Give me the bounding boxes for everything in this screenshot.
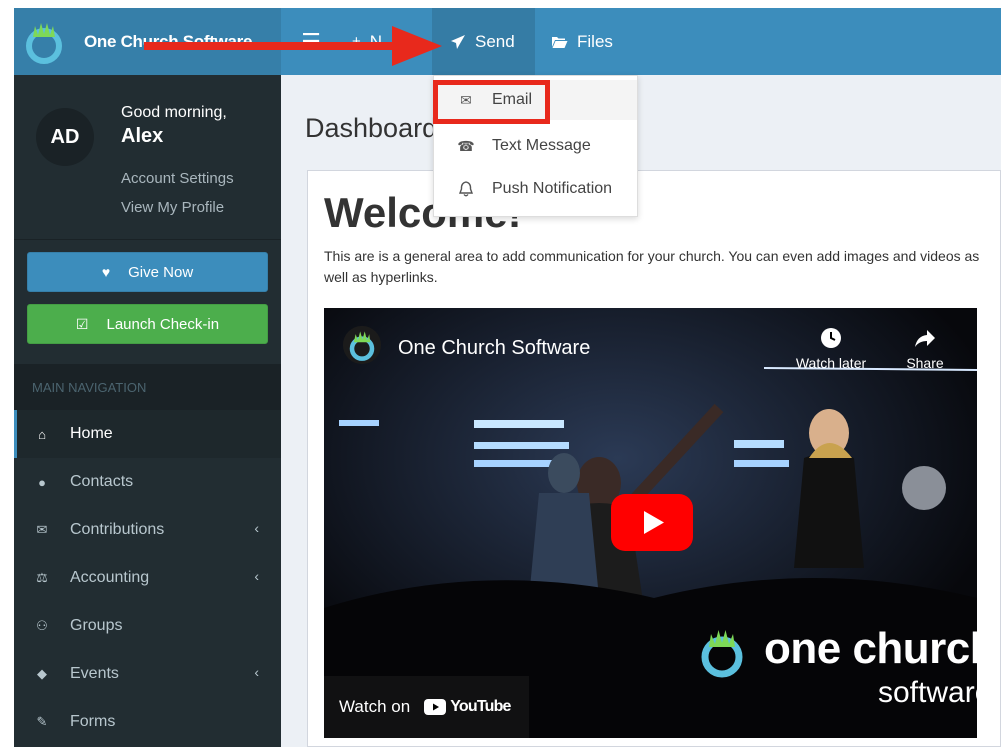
sidebar-item-label: Contributions xyxy=(70,521,165,538)
edit-icon: ✎ xyxy=(36,714,48,729)
email-highlight-box xyxy=(433,80,550,124)
paper-plane-icon xyxy=(451,34,465,49)
sidebar-item-forms[interactable]: ✎ Forms xyxy=(14,698,281,746)
ticket-icon: ◆ xyxy=(37,666,47,681)
video-title[interactable]: One Church Software xyxy=(398,337,590,360)
folder-open-icon xyxy=(552,36,568,48)
watch-on-label: Watch on xyxy=(339,697,411,716)
give-now-label: Give Now xyxy=(128,263,194,281)
menu-item-label: Text Message xyxy=(492,137,591,154)
launch-checkin-button[interactable]: ☑ Launch Check-in xyxy=(27,304,268,344)
watch-on-youtube-button[interactable]: Watch on YouTube xyxy=(324,676,529,738)
church-logo-icon xyxy=(701,630,743,678)
share-button[interactable]: Share xyxy=(896,327,954,371)
users-icon: ⚇ xyxy=(36,618,48,633)
sidebar-item-contacts[interactable]: ● Contacts xyxy=(14,458,281,506)
menu-item-label: Push Notification xyxy=(492,180,613,197)
files-button[interactable]: Files xyxy=(551,8,613,75)
user-name: Alex xyxy=(121,125,164,147)
sidebar-item-home[interactable]: ⌂ Home xyxy=(14,410,281,458)
sidebar-item-groups[interactable]: ⚇ Groups xyxy=(14,602,281,650)
brand-watermark: one church software xyxy=(696,624,977,716)
send-button[interactable]: Send xyxy=(432,8,535,75)
sidebar-item-label: Contacts xyxy=(70,473,134,490)
nav-header: MAIN NAVIGATION xyxy=(14,364,281,410)
sidebar-item-contributions[interactable]: ✉ Contributions ‹ xyxy=(14,506,281,554)
give-now-button[interactable]: ♥ Give Now xyxy=(27,252,268,292)
sidebar: AD Good morning, Alex Account Settings V… xyxy=(14,75,281,747)
watermark-line1: one church xyxy=(764,624,977,673)
app-window: One Church Software ☰ + N Send Files AD … xyxy=(14,8,1001,747)
phone-icon: ☎ xyxy=(457,137,475,154)
launch-checkin-label: Launch Check-in xyxy=(106,315,220,333)
account-settings-link[interactable]: Account Settings xyxy=(121,170,234,187)
annotation-arrow xyxy=(144,26,442,66)
menu-item-push-notification[interactable]: Push Notification xyxy=(434,169,637,209)
user-panel: AD Good morning, Alex Account Settings V… xyxy=(14,75,281,239)
channel-logo-icon xyxy=(342,325,382,365)
home-icon: ⌂ xyxy=(38,426,46,442)
clock-icon xyxy=(821,328,841,348)
heart-icon: ♥ xyxy=(101,264,111,280)
church-logo-icon xyxy=(26,22,62,64)
share-icon xyxy=(915,330,935,347)
sidebar-item-label: Groups xyxy=(70,617,123,634)
chevron-left-icon: ‹ xyxy=(254,568,259,584)
send-label: Send xyxy=(475,31,515,51)
page-title: Dashboard xyxy=(305,113,438,143)
watch-later-button[interactable]: Watch later xyxy=(786,327,876,371)
play-button-icon[interactable] xyxy=(611,494,693,551)
youtube-video-embed[interactable]: One Church Software Watch later Share on… xyxy=(324,308,977,738)
view-profile-link[interactable]: View My Profile xyxy=(121,199,224,216)
sidebar-item-label: Accounting xyxy=(70,569,150,586)
divider xyxy=(14,239,281,240)
avatar: AD xyxy=(36,108,94,166)
youtube-icon xyxy=(424,699,447,715)
greeting-text: Good morning, xyxy=(121,104,227,121)
sidebar-item-label: Events xyxy=(70,665,119,682)
balance-scale-icon: ⚖ xyxy=(36,570,48,585)
watermark-line2: software xyxy=(878,676,977,709)
welcome-box: Welcome! This are is a general area to a… xyxy=(307,170,1001,747)
envelope-icon: ✉ xyxy=(36,522,48,537)
sidebar-item-label: Forms xyxy=(70,713,116,730)
menu-item-text-message[interactable]: ☎ Text Message xyxy=(434,126,637,166)
youtube-logo: YouTube xyxy=(424,698,511,716)
sidebar-item-events[interactable]: ◆ Events ‹ xyxy=(14,650,281,698)
check-square-icon: ☑ xyxy=(75,315,89,332)
bell-icon xyxy=(458,181,474,197)
sidebar-item-accounting[interactable]: ⚖ Accounting ‹ xyxy=(14,554,281,602)
sidebar-item-label: Home xyxy=(70,425,113,442)
files-label: Files xyxy=(577,31,613,51)
share-label: Share xyxy=(906,355,944,371)
user-icon: ● xyxy=(38,474,46,490)
chevron-left-icon: ‹ xyxy=(254,664,259,680)
welcome-text: This are is a general area to add commun… xyxy=(324,248,980,285)
watch-later-label: Watch later xyxy=(795,355,867,371)
youtube-label: YouTube xyxy=(450,698,511,715)
chevron-left-icon: ‹ xyxy=(254,520,259,536)
